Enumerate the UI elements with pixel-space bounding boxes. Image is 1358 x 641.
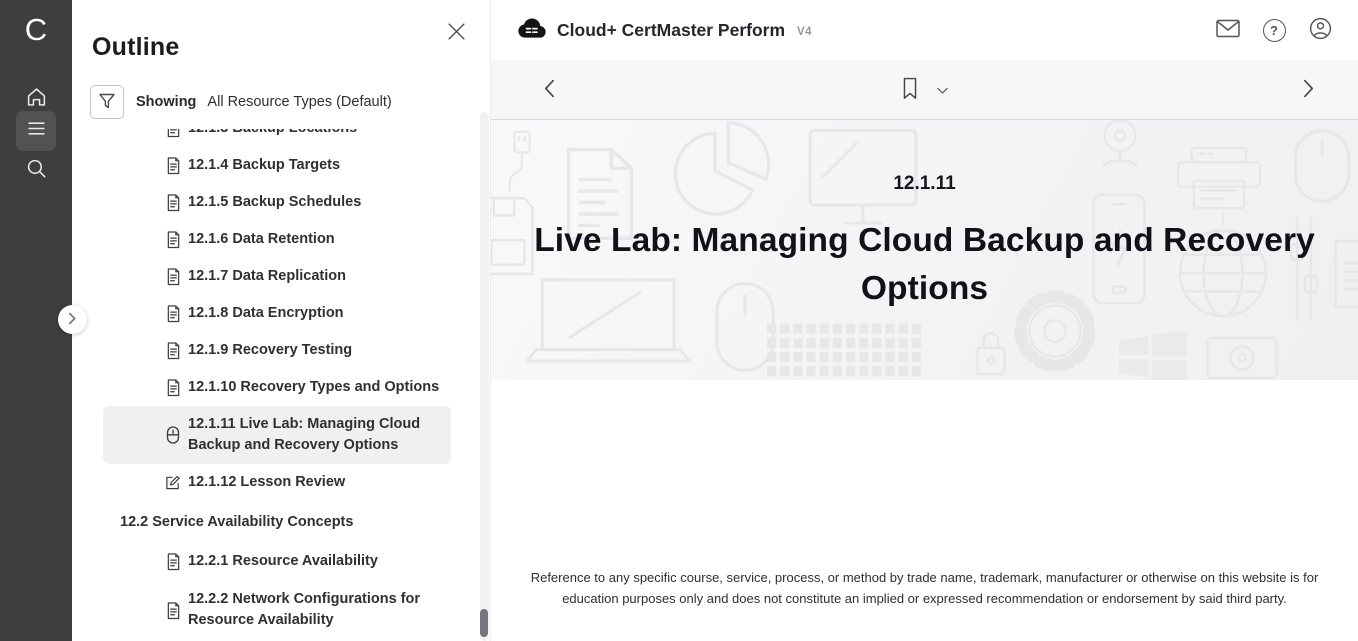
outline-panel: Outline Showing All Resource Types (Defa…: [72, 0, 490, 641]
outline-item[interactable]: 12.1.7 Data Replication: [103, 258, 451, 295]
cloud-icon: [517, 17, 547, 44]
outline-item-label: 12.1.12 Lesson Review: [188, 472, 345, 493]
outline-close-button[interactable]: [446, 23, 466, 43]
resource-filter-row: Showing All Resource Types (Default): [90, 85, 392, 119]
outline-item[interactable]: 12.1.6 Data Retention: [103, 221, 451, 258]
panel-expand-button[interactable]: [58, 305, 87, 334]
lesson-toolbar: [491, 60, 1358, 120]
outline-item[interactable]: 12.1.12 Lesson Review: [103, 464, 451, 501]
outline-item-label: 12.2.2 Network Configurations for Resour…: [188, 589, 451, 631]
account-button[interactable]: [1308, 18, 1332, 42]
outline-item-label: 12.1.5 Backup Schedules: [188, 192, 361, 213]
outline-scroll-viewport: 12.1.3 Backup Locations 12.1.4 Backup Tar…: [72, 129, 480, 641]
outline-item-label: 12.2 Service Availability Concepts: [120, 512, 353, 533]
next-page-button[interactable]: [1280, 60, 1336, 120]
outline-item-label: 12.2.1 Resource Availability: [188, 551, 378, 572]
outline-item[interactable]: 12.2.1 Resource Availability: [103, 543, 451, 580]
outline-item[interactable]: 12.2.2 Network Configurations for Resour…: [103, 580, 451, 640]
sidebar-item-outline[interactable]: [16, 111, 56, 151]
bookmark-icon: [901, 88, 918, 103]
lesson-body: Reference to any specific course, servic…: [491, 380, 1358, 641]
outline-menu-icon: [27, 121, 46, 141]
filter-funnel-icon: [97, 91, 117, 114]
doodle-windows-icon: [1117, 332, 1189, 380]
messages-button[interactable]: [1216, 18, 1240, 42]
lesson-title: Live Lab: Managing Cloud Backup and Reco…: [520, 217, 1330, 313]
chevron-right-icon: [68, 312, 77, 328]
close-icon: [447, 22, 466, 44]
outline-item-label: 12.1.8 Data Encryption: [188, 303, 344, 324]
course-title: Cloud+ CertMaster Perform: [557, 20, 785, 41]
previous-page-button[interactable]: [521, 60, 577, 120]
mouse-icon: [165, 426, 181, 445]
disclaimer-text: Reference to any specific course, servic…: [529, 567, 1321, 609]
chevron-right-icon: [1303, 79, 1314, 101]
main-area: Cloud+ CertMaster Perform V4 ?: [490, 0, 1358, 641]
outline-item[interactable]: 12.1.11 Live Lab: Managing Cloud Backup …: [103, 406, 451, 464]
outline-item[interactable]: 12.1.9 Recovery Testing: [103, 332, 451, 369]
outline-item-label: 12.1.10 Recovery Types and Options: [188, 377, 439, 398]
mail-icon: [1216, 19, 1240, 41]
outline-list: 12.1.3 Backup Locations 12.1.4 Backup Tar…: [72, 129, 480, 640]
home-icon: [26, 87, 47, 112]
filter-button[interactable]: [90, 85, 124, 119]
outline-item-label: 12.1.9 Recovery Testing: [188, 340, 352, 361]
chevron-left-icon: [544, 79, 555, 101]
bookmark-menu-button[interactable]: [936, 83, 948, 98]
outline-item[interactable]: 12.1.5 Backup Schedules: [103, 184, 451, 221]
document-icon: [165, 378, 181, 397]
doodle-disc-drive-icon: [1203, 334, 1281, 380]
doodle-lock-icon: [973, 326, 1009, 380]
outline-item[interactable]: 12.1.4 Backup Targets: [103, 147, 451, 184]
document-icon: [165, 552, 181, 571]
document-icon: [165, 304, 181, 323]
course-version-badge: V4: [797, 26, 812, 38]
document-icon: [165, 601, 181, 620]
outline-scrollbar-track[interactable]: [480, 112, 489, 641]
document-icon: [165, 129, 181, 138]
sidebar-item-search[interactable]: [16, 151, 56, 191]
main-header: Cloud+ CertMaster Perform V4 ?: [491, 0, 1358, 60]
outline-item-label: 12.1.6 Data Retention: [188, 229, 335, 250]
bookmark-controls: [901, 60, 948, 120]
document-icon: [165, 267, 181, 286]
bookmark-button[interactable]: [901, 77, 918, 103]
account-icon: [1309, 17, 1332, 43]
comptia-logo: C: [0, 8, 72, 52]
outline-item-label: 12.1.7 Data Replication: [188, 266, 346, 287]
lesson-banner: 12.1.11 Live Lab: Managing Cloud Backup …: [491, 120, 1358, 380]
outline-item[interactable]: 12.1.8 Data Encryption: [103, 295, 451, 332]
lesson-number: 12.1.11: [491, 173, 1358, 195]
document-icon: [165, 193, 181, 212]
outline-item[interactable]: 12.1.3 Backup Locations: [103, 129, 451, 147]
document-icon: [165, 230, 181, 249]
help-button[interactable]: ?: [1262, 18, 1286, 42]
search-icon: [26, 158, 47, 184]
edit-icon: [165, 473, 181, 492]
outline-panel-title: Outline: [92, 33, 180, 62]
document-icon: [165, 341, 181, 360]
course-brand: Cloud+ CertMaster Perform V4: [517, 17, 812, 44]
outline-section-heading[interactable]: 12.2 Service Availability Concepts: [103, 501, 451, 543]
header-actions: ?: [1216, 18, 1332, 42]
outline-scrollbar-thumb[interactable]: [480, 609, 488, 637]
outline-item-label: 12.1.3 Backup Locations: [188, 129, 357, 139]
chevron-down-icon: [936, 83, 948, 98]
document-icon: [165, 156, 181, 175]
help-icon: ?: [1263, 19, 1286, 42]
outline-item[interactable]: 12.1.10 Recovery Types and Options: [103, 369, 451, 406]
filter-showing-label: Showing: [136, 94, 196, 110]
banner-content: 12.1.11 Live Lab: Managing Cloud Backup …: [491, 120, 1358, 313]
doodle-keyboard-icon: [763, 320, 925, 380]
outline-item-label: 12.1.4 Backup Targets: [188, 155, 340, 176]
app-root: C Outline: [0, 0, 1358, 641]
outline-item-label: 12.1.11 Live Lab: Managing Cloud Backup …: [188, 414, 451, 456]
filter-value[interactable]: All Resource Types (Default): [207, 94, 391, 110]
